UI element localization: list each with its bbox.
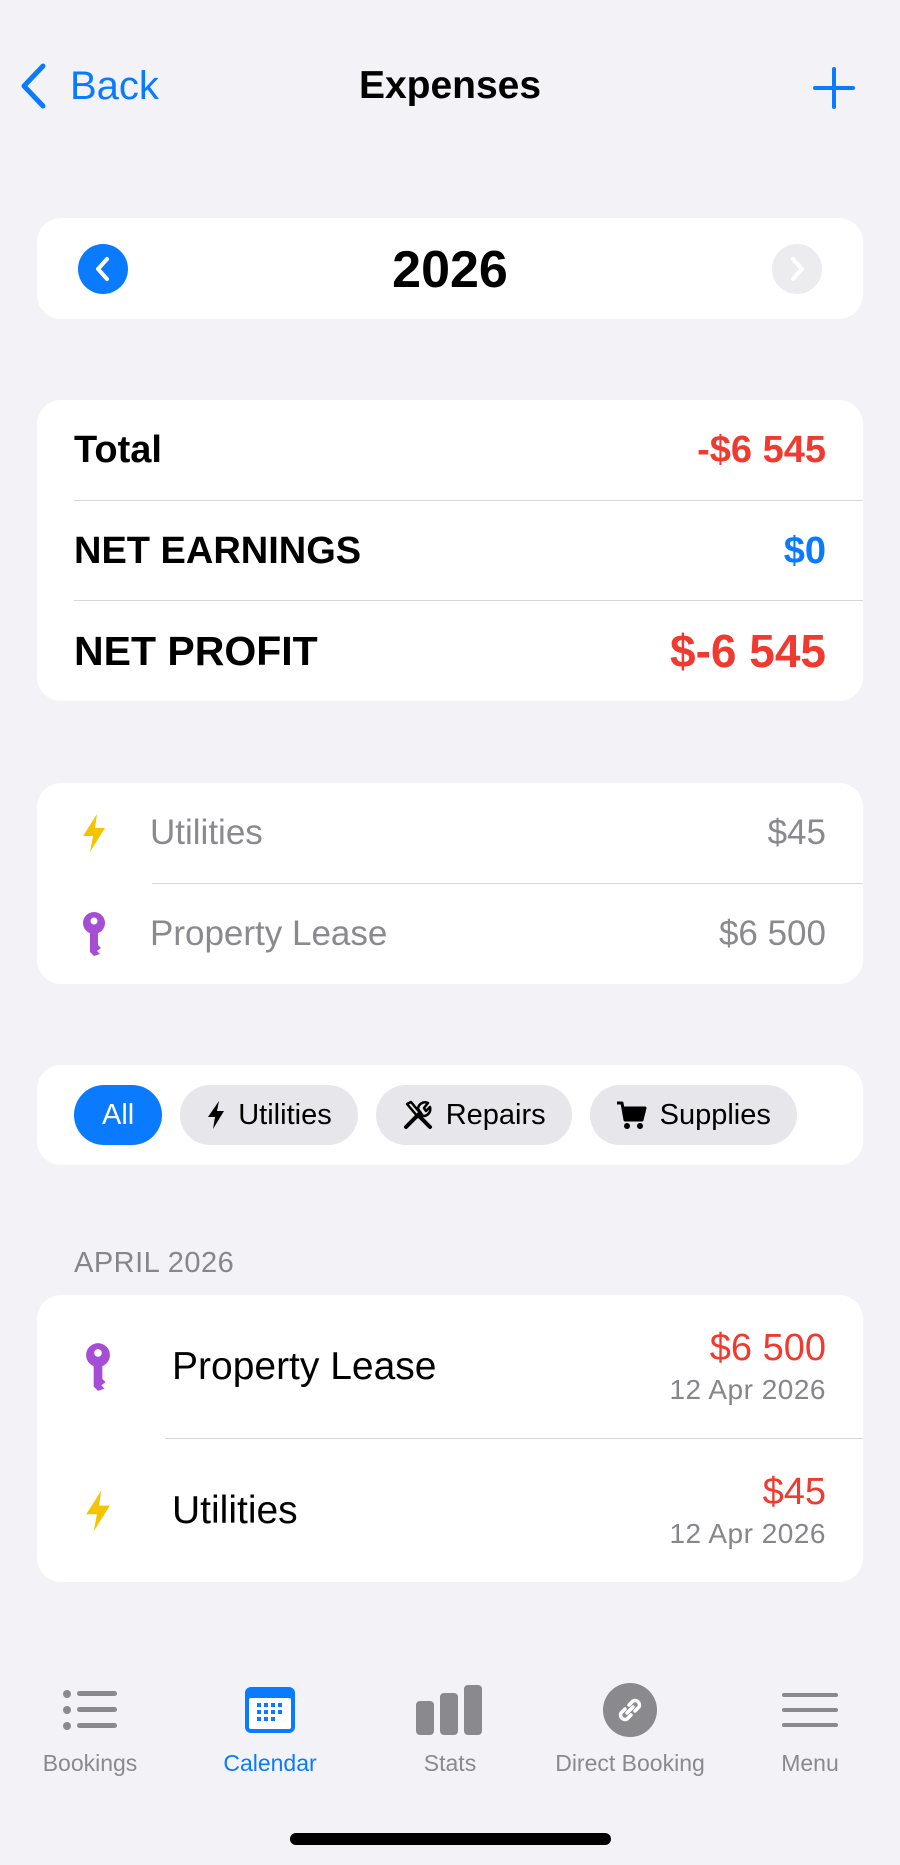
net-profit-row: NET PROFIT $-6 545 — [74, 601, 826, 701]
bolt-icon — [74, 809, 114, 857]
menu-icon — [782, 1680, 838, 1740]
key-icon — [74, 910, 114, 958]
category-row-property-lease[interactable]: Property Lease $6 500 — [74, 884, 826, 984]
chevron-left-icon — [21, 63, 46, 109]
next-year-button[interactable] — [772, 244, 822, 294]
tab-label: Stats — [423, 1750, 477, 1776]
tab-bar: Bookings Calendar Stats Direct Booking M… — [0, 1680, 900, 1800]
tab-calendar[interactable]: Calendar — [180, 1680, 360, 1777]
chip-label: All — [102, 1098, 135, 1131]
year-selector: 2026 — [37, 218, 863, 319]
category-totals-card: Utilities $45 Property Lease $6 500 — [37, 783, 863, 984]
back-button[interactable]: Back — [18, 62, 159, 110]
filter-chip-supplies[interactable]: Supplies — [589, 1085, 797, 1145]
net-profit-value: $-6 545 — [669, 625, 826, 677]
tab-bookings[interactable]: Bookings — [0, 1680, 180, 1777]
link-icon — [603, 1680, 657, 1740]
tab-menu[interactable]: Menu — [720, 1680, 900, 1777]
chevron-right-icon — [791, 257, 804, 281]
cart-icon — [616, 1101, 647, 1129]
tab-label: Bookings — [42, 1750, 138, 1776]
section-header: APRIL 2026 — [74, 1247, 235, 1279]
chip-label: Supplies — [659, 1098, 771, 1131]
category-name: Utilities — [150, 813, 263, 852]
net-profit-label: NET PROFIT — [74, 627, 318, 674]
filter-chip-utilities[interactable]: Utilities — [180, 1085, 358, 1145]
expense-name: Property Lease — [172, 1344, 437, 1388]
expense-date: 12 Apr 2026 — [669, 1374, 826, 1405]
category-name: Property Lease — [150, 914, 388, 953]
bar-chart-icon — [416, 1680, 484, 1740]
expense-amount: $6 500 — [709, 1327, 826, 1369]
total-label: Total — [74, 428, 162, 471]
expense-date: 12 Apr 2026 — [669, 1518, 826, 1549]
chip-label: Utilities — [238, 1098, 332, 1131]
total-value: -$6 545 — [697, 428, 826, 471]
net-earnings-label: NET EARNINGS — [74, 529, 362, 572]
net-earnings-value: $0 — [783, 529, 826, 572]
summary-card: Total -$6 545 NET EARNINGS $0 NET PROFIT… — [37, 400, 863, 701]
back-label: Back — [70, 63, 159, 108]
calendar-icon — [243, 1680, 297, 1740]
tab-stats[interactable]: Stats — [360, 1680, 540, 1777]
filter-chip-repairs[interactable]: Repairs — [375, 1085, 572, 1145]
tab-label: Calendar — [223, 1750, 317, 1776]
category-row-utilities[interactable]: Utilities $45 — [74, 783, 826, 883]
nav-bar: Back Expenses — [0, 0, 900, 180]
bolt-icon — [208, 1101, 225, 1129]
net-earnings-row: NET EARNINGS $0 — [74, 501, 826, 601]
filter-chip-all[interactable]: All — [74, 1085, 163, 1145]
chip-label: Repairs — [445, 1098, 546, 1131]
list-item[interactable]: Utilities $45 12 Apr 2026 — [74, 1439, 826, 1582]
tab-direct-booking[interactable]: Direct Booking — [540, 1680, 720, 1777]
list-icon — [62, 1680, 118, 1740]
category-amount: $6 500 — [718, 914, 826, 953]
list-item[interactable]: Property Lease $6 500 12 Apr 2026 — [74, 1295, 826, 1438]
plus-icon[interactable] — [812, 66, 856, 110]
category-amount: $45 — [767, 813, 826, 852]
total-row: Total -$6 545 — [74, 400, 826, 500]
tab-label: Menu — [781, 1750, 839, 1776]
key-icon — [78, 1341, 118, 1393]
tab-label: Direct Booking — [555, 1750, 705, 1776]
expense-name: Utilities — [172, 1488, 298, 1532]
expense-list: Property Lease $6 500 12 Apr 2026 Utilit… — [37, 1295, 863, 1582]
wrench-screwdriver-icon — [403, 1100, 432, 1129]
bolt-icon — [78, 1485, 118, 1537]
expense-amount: $45 — [762, 1471, 826, 1513]
filter-bar: All Utilities Repairs Supplies — [37, 1065, 863, 1165]
home-indicator — [290, 1833, 611, 1845]
year-label: 2026 — [392, 241, 508, 299]
